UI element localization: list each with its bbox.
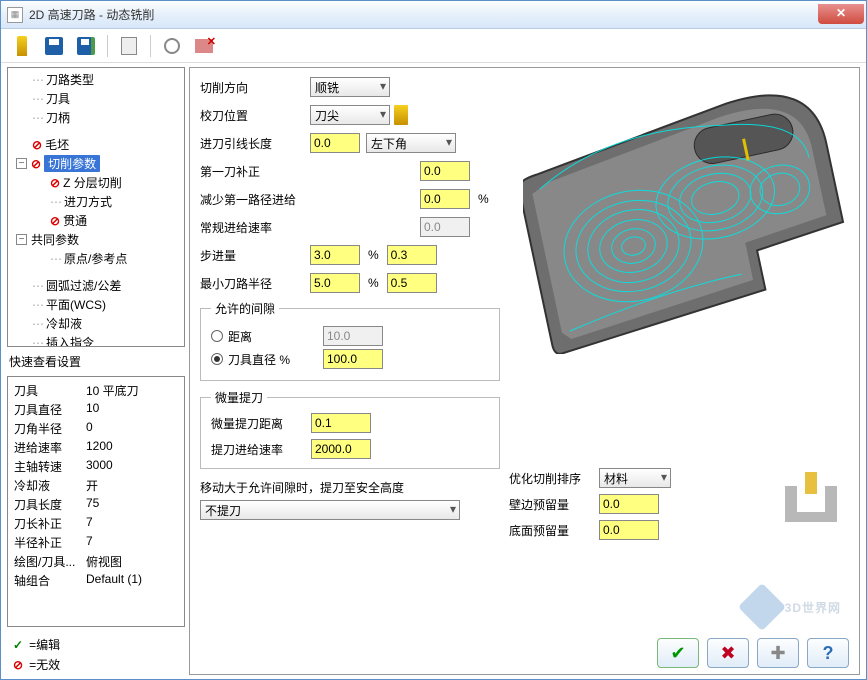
tree-item[interactable]: ⋯平面(WCS): [10, 295, 182, 314]
toolpath-preview: [523, 74, 853, 354]
pocket-icon: [781, 466, 841, 526]
label: 减少第一路径进给: [200, 191, 310, 208]
wall-stock-input[interactable]: 0.0: [599, 494, 659, 514]
normal-feed-input: 0.0: [420, 217, 470, 237]
tree-item[interactable]: − 共同参数: [10, 230, 182, 249]
tool-icon-button[interactable]: [9, 33, 35, 59]
gap-legend: 允许的间隙: [211, 300, 279, 317]
save-as-button[interactable]: [73, 33, 99, 59]
quickview-panel: 刀具10 平底刀 刀具直径10 刀角半径0 进给速率1200 主轴转速3000 …: [7, 376, 185, 627]
drill-icon: [17, 36, 27, 56]
calc-button[interactable]: [116, 33, 142, 59]
label: 提刀进给速率: [211, 441, 311, 458]
legend: ✓=编辑 ⊘=无效: [7, 631, 185, 675]
tree-item[interactable]: ⋯原点/参考点: [10, 249, 182, 268]
target-button[interactable]: [159, 33, 185, 59]
nav-tree[interactable]: ⋯刀路类型 ⋯刀具 ⋯刀柄 ⊘毛坯 − ⊘切削参数 ⊘Z 分层切削 ⋯进刀方式 …: [7, 67, 185, 347]
lead-length-input[interactable]: 0.0: [310, 133, 360, 153]
move-mode-select[interactable]: 不提刀: [200, 500, 460, 520]
minrad-pct-input[interactable]: 5.0: [310, 273, 360, 293]
save-icon: [45, 37, 63, 55]
optimize-select[interactable]: 材料: [599, 468, 671, 488]
label: 校刀位置: [200, 107, 310, 124]
quickview-title: 快速查看设置: [7, 351, 185, 372]
tree-item[interactable]: ⋯进刀方式: [10, 192, 182, 211]
tree-item[interactable]: ⋯刀柄: [10, 108, 182, 127]
pct-label: %: [478, 192, 489, 206]
cancel-button[interactable]: ✖: [707, 638, 749, 668]
app-icon: ▦: [7, 7, 23, 23]
label: 进刀引线长度: [200, 135, 310, 152]
floor-stock-input[interactable]: 0.0: [599, 520, 659, 540]
close-button[interactable]: ✕: [818, 4, 864, 24]
minrad-val-input[interactable]: 0.5: [387, 273, 437, 293]
toolbar-sep: [107, 35, 108, 57]
calculator-icon: [121, 37, 137, 55]
gap-distance-input: 10.0: [323, 326, 383, 346]
window-title: 2D 高速刀路 - 动态铣削: [29, 6, 818, 23]
invalid-icon: ⊘: [13, 658, 23, 672]
tree-item-invalid[interactable]: ⊘毛坯: [10, 135, 182, 154]
delete-button[interactable]: [191, 33, 217, 59]
first-comp-input[interactable]: 0.0: [420, 161, 470, 181]
save-arrow-icon: [77, 37, 95, 55]
tree-item[interactable]: ⋯圆弧过滤/公差: [10, 276, 182, 295]
collapse-icon[interactable]: −: [16, 234, 27, 245]
watermark: 3D世界网: [745, 590, 841, 624]
ok-button[interactable]: ✔: [657, 638, 699, 668]
cut-direction-select[interactable]: 顺铣: [310, 77, 390, 97]
gap-diameter-input[interactable]: 100.0: [323, 349, 383, 369]
microlift-dist-input[interactable]: 0.1: [311, 413, 371, 433]
label: 微量提刀距离: [211, 415, 311, 432]
save-button[interactable]: [41, 33, 67, 59]
microlift-fieldset: 微量提刀 微量提刀距离 0.1 提刀进给速率 2000.0: [200, 389, 500, 469]
toolbar: [1, 29, 866, 63]
add-button[interactable]: ✚: [757, 638, 799, 668]
check-icon: ✓: [13, 638, 23, 652]
tree-item-invalid[interactable]: ⊘Z 分层切削: [10, 173, 182, 192]
gap-diameter-radio[interactable]: [211, 353, 223, 365]
titlebar: ▦ 2D 高速刀路 - 动态铣削 ✕: [1, 1, 866, 29]
target-icon: [164, 38, 180, 54]
label: 常规进给速率: [200, 219, 310, 236]
tree-item-invalid[interactable]: ⊘贯通: [10, 211, 182, 230]
tree-item[interactable]: ⋯刀具: [10, 89, 182, 108]
cube-icon: [738, 583, 786, 631]
collapse-icon[interactable]: −: [16, 158, 27, 169]
label: 底面预留量: [509, 522, 599, 539]
help-button[interactable]: ?: [807, 638, 849, 668]
gap-fieldset: 允许的间隙 距离 10.0 刀具直径 % 100.0: [200, 300, 500, 381]
label: 移动大于允许间隙时，提刀至安全高度: [200, 479, 500, 496]
microlift-legend: 微量提刀: [211, 389, 267, 406]
tool-icon: [394, 105, 408, 125]
step-val-input[interactable]: 0.3: [387, 245, 437, 265]
microlift-feed-input[interactable]: 2000.0: [311, 439, 371, 459]
tree-item[interactable]: ⋯刀路类型: [10, 70, 182, 89]
label: 步进量: [200, 247, 310, 264]
tip-position-select[interactable]: 刀尖: [310, 105, 390, 125]
label: 距离: [228, 328, 318, 345]
params-panel: 切削方向 顺铣 校刀位置 刀尖 进刀引线长度 0.0 左下角: [189, 67, 860, 675]
tree-item[interactable]: ⋯插入指令: [10, 333, 182, 347]
delete-icon: [195, 39, 213, 53]
tree-item[interactable]: ⋯冷却液: [10, 314, 182, 333]
lead-corner-select[interactable]: 左下角: [366, 133, 456, 153]
label: 壁边预留量: [509, 496, 599, 513]
tree-item-selected[interactable]: − ⊘切削参数: [10, 154, 182, 173]
label: 最小刀路半径: [200, 275, 310, 292]
label: 切削方向: [200, 79, 310, 96]
toolbar-sep: [150, 35, 151, 57]
step-pct-input[interactable]: 3.0: [310, 245, 360, 265]
label: 刀具直径 %: [228, 351, 318, 368]
label: 第一刀补正: [200, 163, 310, 180]
reduce-feed-input[interactable]: 0.0: [420, 189, 470, 209]
gap-distance-radio[interactable]: [211, 330, 223, 342]
label: 优化切削排序: [509, 470, 599, 487]
